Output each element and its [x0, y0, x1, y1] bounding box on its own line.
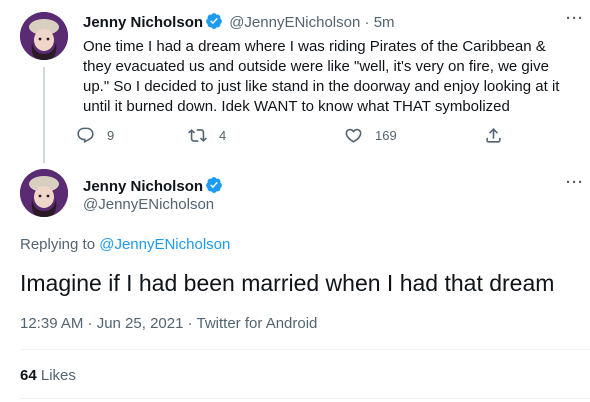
share-button[interactable]	[484, 126, 515, 145]
author-handle[interactable]: @JennyENicholson	[229, 14, 360, 31]
avatar-image	[20, 169, 68, 217]
verified-badge-icon	[205, 176, 223, 194]
verified-badge-icon	[205, 12, 223, 30]
more-icon[interactable]: ···	[566, 174, 584, 191]
retweet-icon	[188, 129, 207, 142]
heart-icon	[345, 128, 362, 143]
avatar-image	[20, 12, 68, 60]
likes-count: 64	[20, 367, 37, 384]
avatar[interactable]	[20, 169, 68, 217]
tweet-header: Jenny Nicholson @JennyENicholson · 5m	[83, 12, 395, 31]
tweet-time[interactable]: 5m	[374, 14, 395, 31]
likes-summary[interactable]: 64 Likes	[20, 367, 76, 384]
thread-line	[43, 67, 45, 163]
author-name-row: Jenny Nicholson	[83, 176, 225, 196]
tweet-timestamp[interactable]: 12:39 AM · Jun 25, 2021 · Twitter for An…	[20, 315, 317, 332]
divider	[20, 398, 590, 399]
author-name[interactable]: Jenny Nicholson	[83, 178, 203, 195]
tweet-text: One time I had a dream where I was ridin…	[83, 38, 560, 115]
separator: ·	[364, 14, 370, 31]
replying-to: Replying to @JennyENicholson	[20, 236, 230, 253]
author-name[interactable]: Jenny Nicholson	[83, 14, 203, 31]
retweet-button[interactable]: 4	[188, 126, 226, 145]
tweet-actions: 9 4 169	[76, 126, 516, 150]
share-icon	[486, 128, 501, 143]
avatar[interactable]	[20, 12, 68, 60]
author-handle[interactable]: @JennyENicholson	[83, 196, 214, 213]
more-icon[interactable]: ···	[566, 10, 584, 27]
retweet-count: 4	[219, 128, 227, 143]
like-count: 169	[375, 128, 397, 143]
divider	[20, 349, 590, 350]
reply-count: 9	[107, 128, 115, 143]
replying-to-prefix: Replying to	[20, 236, 96, 253]
like-button[interactable]: 169	[344, 126, 397, 145]
likes-label: Likes	[40, 367, 76, 384]
reply-button[interactable]: 9	[76, 126, 114, 145]
reply-icon	[77, 127, 94, 144]
replying-to-handle-link[interactable]: @JennyENicholson	[99, 236, 230, 253]
tweet-text: Imagine if I had been married when I had…	[20, 270, 555, 296]
